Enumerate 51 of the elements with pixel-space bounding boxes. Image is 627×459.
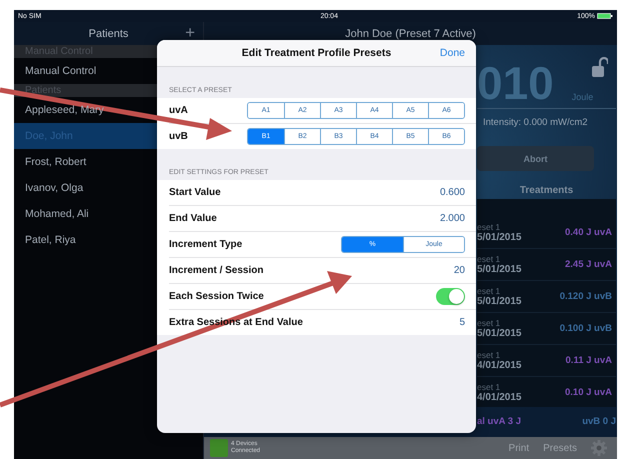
setting-value[interactable]: 20	[454, 265, 465, 276]
setting-label: End Value	[169, 213, 217, 224]
total-dose: al uvA 3 J	[477, 416, 522, 427]
toggle-switch[interactable]	[436, 288, 465, 305]
patient-list-item[interactable]: Ivanov, Olga	[25, 182, 84, 194]
setting-value[interactable]: 0.600	[440, 187, 465, 198]
patient-title: John Doe (Preset 7 Active)	[345, 28, 476, 40]
treatment-date: 5/01/2015	[477, 296, 522, 307]
add-button[interactable]: +	[185, 24, 195, 42]
setting-label: Increment Type	[169, 239, 242, 250]
setting-label: Each Session Twice	[169, 291, 264, 302]
patient-list-item[interactable]: Frost, Robert	[25, 156, 86, 168]
patient-list-item[interactable]: Manual Control	[25, 65, 96, 77]
treatment-dose: 0.11 J uvA	[566, 355, 612, 366]
treatments-title: Treatments	[518, 185, 574, 196]
treatment-dose: 0.120 J uvB	[560, 291, 612, 302]
dialog-title: Edit Treatment Profile Presets	[242, 47, 392, 59]
treatment-preset: eset 1	[477, 382, 502, 392]
setting-value[interactable]: 5	[459, 317, 465, 328]
patient-list-item[interactable]: Patel, Riya	[25, 234, 76, 246]
treatment-date: 5/01/2015	[477, 232, 522, 243]
settings-icon[interactable]	[591, 440, 607, 456]
treatment-dose: 0.10 J uvA	[565, 387, 612, 398]
setting-label: Start Value	[169, 187, 221, 198]
treatment-preset: eset 1	[477, 254, 502, 264]
total-dose: uvB 0 J	[582, 416, 616, 427]
treatment-dose: 0.40 J uvA	[565, 227, 612, 238]
treatment-date: 5/01/2015	[477, 328, 522, 339]
patient-list-item[interactable]: Mohamed, Ali	[25, 208, 89, 220]
treatment-preset: eset 1	[477, 222, 502, 232]
preset-row-label: uvA	[169, 105, 188, 116]
intensity-text: Intensity: 0.000 mW/cm2	[482, 117, 589, 128]
treatment-dose: 0.100 J uvB	[560, 323, 612, 334]
treatment-preset: eset 1	[477, 286, 502, 296]
battery-icon	[597, 13, 613, 19]
treatment-dose: 2.45 J uvA	[565, 259, 612, 270]
treatment-preset: eset 1	[477, 350, 502, 360]
device-status-indicator	[210, 439, 228, 457]
abort-button[interactable]: Abort	[477, 146, 594, 171]
treatment-preset: eset 1	[477, 318, 502, 328]
setting-label: Increment / Session	[169, 265, 264, 276]
treatment-date: 5/01/2015	[477, 264, 522, 275]
unlocked-padlock-icon[interactable]	[592, 57, 608, 77]
setting-value[interactable]: 2.000	[440, 213, 465, 224]
done-button[interactable]: Done	[440, 47, 465, 59]
treatment-date: 4/01/2015	[477, 360, 522, 371]
treatment-date: 4/01/2015	[477, 392, 522, 403]
preset-row-label: uvB	[169, 131, 188, 142]
unit-label: Joule	[572, 92, 594, 102]
sidebar-title: Patients	[88, 28, 128, 40]
dose-reading: 010	[477, 58, 554, 108]
